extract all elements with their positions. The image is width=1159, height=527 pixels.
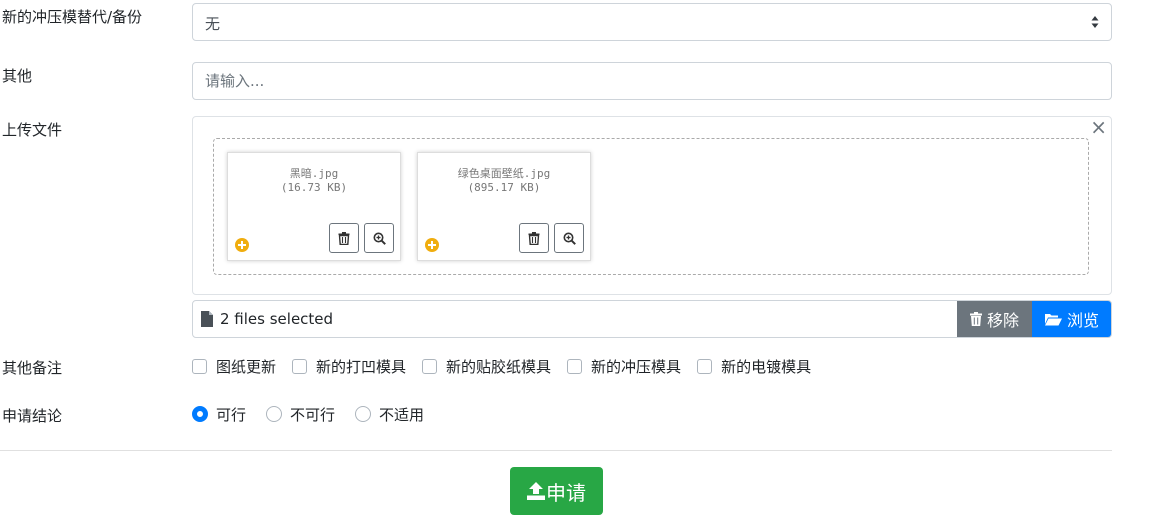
upload-preview-frame: × 黑暗.jpg (16.73 KB) 绿色桌面壁纸.jpg (895.17 K… <box>192 116 1112 295</box>
checkbox-label: 新的贴胶纸模具 <box>446 357 552 376</box>
radio-button[interactable] <box>355 406 372 422</box>
file-name: 绿色桌面壁纸.jpg <box>457 167 551 180</box>
trash-icon <box>528 231 540 245</box>
delete-file-button[interactable] <box>329 223 359 253</box>
zoom-file-button[interactable] <box>554 223 584 253</box>
remove-button[interactable]: 移除 <box>957 301 1032 337</box>
radio-button-selected[interactable] <box>192 406 208 422</box>
zoom-in-icon <box>563 232 576 245</box>
browse-button[interactable]: 浏览 <box>1032 301 1111 337</box>
zoom-in-icon <box>373 232 386 245</box>
conclusion-radio-group: 可行 不可行 不适用 <box>192 404 444 424</box>
checkbox[interactable] <box>697 358 713 374</box>
checkbox-label: 新的冲压模具 <box>591 357 682 376</box>
file-size: (895.17 KB) <box>467 181 541 194</box>
file-thumbnail: 绿色桌面壁纸.jpg (895.17 KB) <box>417 152 591 261</box>
file-name: 黑暗.jpg <box>289 167 339 180</box>
checkbox-label: 新的打凹模具 <box>316 357 407 376</box>
delete-file-button[interactable] <box>519 223 549 253</box>
radio-option[interactable]: 不可行 <box>266 404 335 425</box>
replacement-select[interactable]: 无 <box>192 3 1112 41</box>
plus-circle-icon[interactable] <box>425 238 439 252</box>
radio-label: 可行 <box>216 405 247 424</box>
file-thumbnail: 黑暗.jpg (16.73 KB) <box>227 152 401 261</box>
radio-button[interactable] <box>266 406 283 422</box>
file-icon <box>201 311 213 327</box>
conclusion-label: 申请结论 <box>2 407 63 425</box>
checkbox-option[interactable]: 图纸更新 <box>192 356 276 377</box>
remove-label: 移除 <box>986 311 1019 330</box>
notes-label: 其他备注 <box>2 359 63 377</box>
other-label: 其他 <box>2 67 33 85</box>
other-input[interactable] <box>192 62 1112 100</box>
sort-arrows-icon <box>1091 16 1099 28</box>
divider <box>0 450 1112 451</box>
file-drop-zone[interactable]: 黑暗.jpg (16.73 KB) 绿色桌面壁纸.jpg (895.17 KB) <box>213 138 1089 275</box>
plus-circle-icon[interactable] <box>235 238 249 252</box>
checkbox-option[interactable]: 新的冲压模具 <box>567 356 681 377</box>
radio-label: 不适用 <box>379 405 425 424</box>
trash-icon <box>338 231 350 245</box>
checkbox[interactable] <box>292 358 308 374</box>
file-input-group: 2 files selected 移除 浏览 <box>192 300 1112 338</box>
radio-label: 不可行 <box>290 405 336 424</box>
upload-icon <box>527 482 545 500</box>
checkbox-option[interactable]: 新的电镀模具 <box>697 356 811 377</box>
close-icon[interactable]: × <box>1090 117 1107 137</box>
checkbox[interactable] <box>567 358 583 374</box>
replacement-label: 新的冲压模替代/备份 <box>2 8 143 26</box>
submit-button[interactable]: 申请 <box>510 467 603 515</box>
checkbox[interactable] <box>422 358 438 374</box>
checkbox-option[interactable]: 新的打凹模具 <box>292 356 406 377</box>
file-caption-text: 2 files selected <box>220 310 334 328</box>
submit-label: 申请 <box>546 480 586 505</box>
replacement-select-value: 无 <box>205 15 221 33</box>
trash-icon <box>969 312 982 326</box>
upload-label: 上传文件 <box>2 121 63 139</box>
radio-option[interactable]: 不适用 <box>355 404 424 425</box>
checkbox-label: 新的电镀模具 <box>721 357 812 376</box>
checkbox[interactable] <box>192 358 207 374</box>
radio-option[interactable]: 可行 <box>192 404 246 425</box>
checkbox-option[interactable]: 新的贴胶纸模具 <box>422 356 551 377</box>
file-size: (16.73 KB) <box>280 181 348 194</box>
checkbox-label: 图纸更新 <box>216 357 277 376</box>
browse-label: 浏览 <box>1066 311 1099 330</box>
notes-checkbox-group: 图纸更新 新的打凹模具 新的贴胶纸模具 新的冲压模具 新的电镀模具 <box>192 356 827 376</box>
zoom-file-button[interactable] <box>364 223 394 253</box>
folder-open-icon <box>1044 313 1062 325</box>
file-caption: 2 files selected <box>201 310 333 328</box>
